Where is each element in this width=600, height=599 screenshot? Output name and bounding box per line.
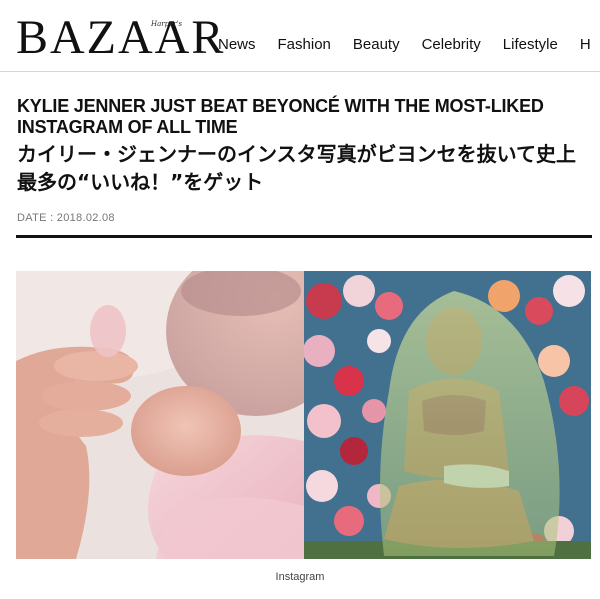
main-nav: News Fashion Beauty Celebrity Lifestyle … <box>218 36 600 53</box>
image-caption: Instagram <box>275 571 325 583</box>
flower-portrait-photo <box>304 271 591 559</box>
site-header: BAZAAR Harper's News Fashion Beauty Cele… <box>0 0 600 72</box>
flower-portrait-illustration <box>304 271 591 559</box>
nav-item-beauty[interactable]: Beauty <box>353 36 400 53</box>
headline-english: KYLIE JENNER JUST BEAT BEYONCÉ WITH THE … <box>17 96 544 137</box>
nav-item-lifestyle[interactable]: Lifestyle <box>503 36 558 53</box>
headline-japanese: カイリー・ジェンナーのインスタ写真がビヨンセを抜いて史上最多の“いいね！”をゲッ… <box>17 142 576 194</box>
nav-item-celebrity[interactable]: Celebrity <box>422 36 481 53</box>
logo-small-label: Harper's <box>151 20 183 28</box>
nav-item-fashion[interactable]: Fashion <box>278 36 331 53</box>
article-date: DATE : 2018.02.08 <box>17 212 115 224</box>
nav-item-truncated[interactable]: H <box>580 36 591 53</box>
logo-wordmark: BAZAAR <box>16 11 226 64</box>
baby-hand-photo <box>16 271 304 559</box>
baby-hand-illustration <box>16 271 304 559</box>
headline-divider <box>16 235 592 238</box>
article-image[interactable] <box>16 271 591 559</box>
nav-item-news[interactable]: News <box>218 36 256 53</box>
